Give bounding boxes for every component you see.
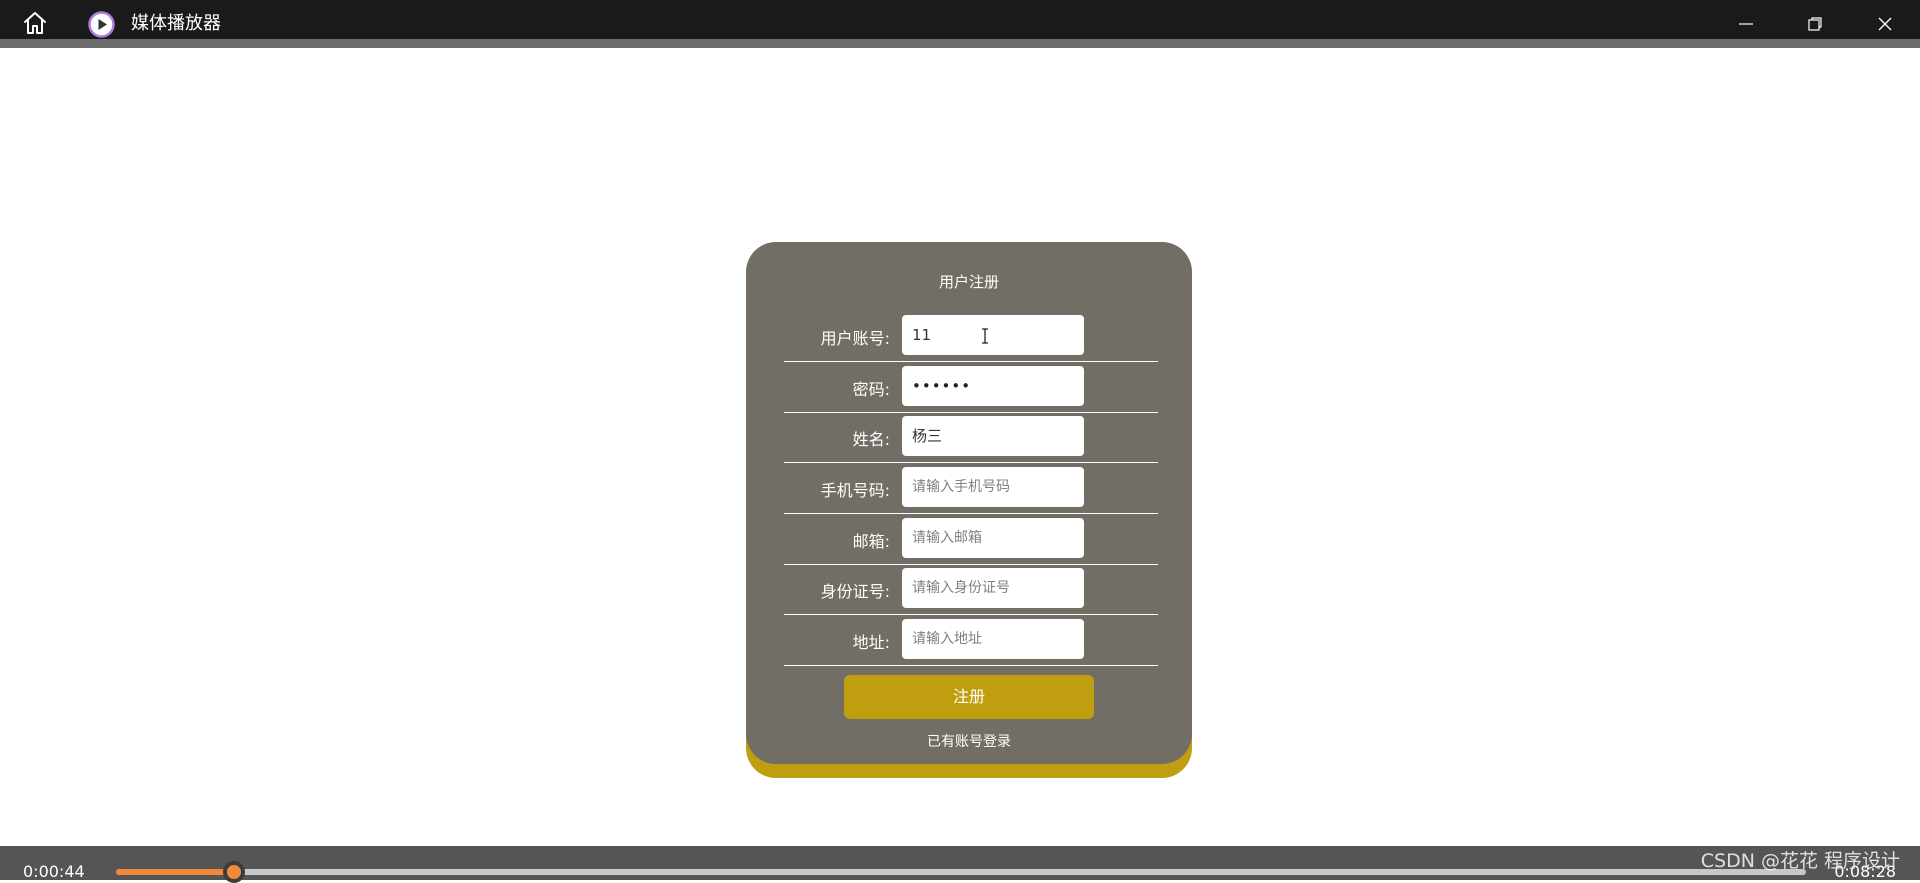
id-number-label: 身份证号: <box>820 582 890 601</box>
current-time: 0:00:44 <box>23 862 85 881</box>
watermark-text: CSDN @花花 程序设计 <box>1700 850 1900 872</box>
form-title: 用户注册 <box>938 273 999 291</box>
row-divider <box>784 513 1158 514</box>
field-row-id-number: 身份证号: 请输入身份证号 <box>784 568 1158 619</box>
progress-fill <box>116 869 235 875</box>
register-card: 用户注册 用户账号: 11 密码: •••••• 姓名: 杨三 手机号码: 请输… <box>746 242 1192 764</box>
minimize-button[interactable] <box>1723 7 1769 39</box>
field-row-name: 姓名: 杨三 <box>784 416 1158 467</box>
phone-label: 手机号码: <box>820 481 890 500</box>
address-input[interactable]: 请输入地址 <box>902 619 1084 659</box>
restore-icon <box>1808 17 1822 31</box>
home-icon[interactable] <box>22 11 48 35</box>
minimize-icon <box>1739 23 1753 25</box>
text-cursor-icon <box>982 328 988 344</box>
password-label: 密码: <box>852 380 890 399</box>
email-input[interactable]: 请输入邮箱 <box>902 518 1084 558</box>
player-control-bar: 0:00:44 0:08:28 <box>0 846 1920 883</box>
row-divider <box>784 361 1158 362</box>
title-bar-divider <box>0 39 1920 48</box>
field-row-address: 地址: 请输入地址 <box>784 619 1158 670</box>
close-button[interactable] <box>1862 7 1908 39</box>
name-input[interactable]: 杨三 <box>902 416 1084 456</box>
row-divider <box>784 614 1158 615</box>
id-number-input[interactable]: 请输入身份证号 <box>902 568 1084 608</box>
field-row-email: 邮箱: 请输入邮箱 <box>784 518 1158 569</box>
progress-slider[interactable] <box>116 861 1806 883</box>
row-divider <box>784 564 1158 565</box>
login-link[interactable]: 已有账号登录 <box>746 732 1192 752</box>
name-label: 姓名: <box>852 430 890 449</box>
email-label: 邮箱: <box>852 532 890 551</box>
password-input[interactable]: •••••• <box>902 366 1084 406</box>
field-row-phone: 手机号码: 请输入手机号码 <box>784 467 1158 518</box>
play-circle-icon <box>88 11 115 38</box>
field-row-account: 用户账号: 11 <box>784 315 1158 366</box>
row-divider <box>784 412 1158 413</box>
address-label: 地址: <box>852 633 890 652</box>
field-row-password: 密码: •••••• <box>784 366 1158 417</box>
account-input[interactable]: 11 <box>902 315 1084 355</box>
title-bar: 媒体播放器 <box>0 0 1920 39</box>
row-divider <box>784 665 1158 666</box>
row-divider <box>784 462 1158 463</box>
close-icon <box>1878 17 1892 31</box>
account-label: 用户账号: <box>820 329 890 348</box>
restore-button[interactable] <box>1792 7 1838 39</box>
window-title: 媒体播放器 <box>131 13 221 34</box>
phone-input[interactable]: 请输入手机号码 <box>902 467 1084 507</box>
register-button[interactable]: 注册 <box>844 675 1094 719</box>
